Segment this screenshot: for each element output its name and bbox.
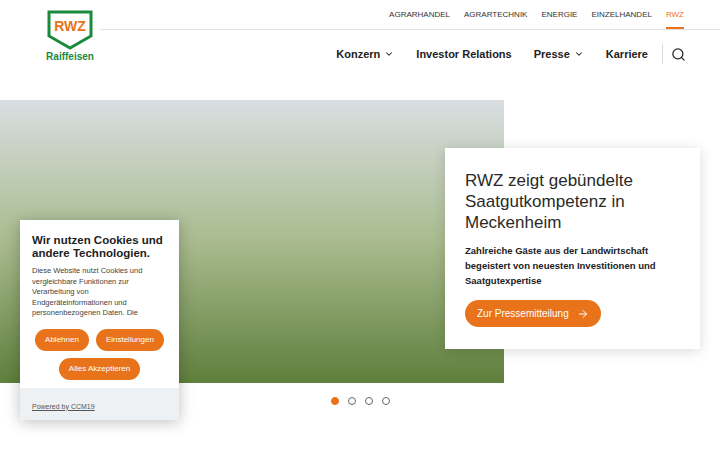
chevron-down-icon (384, 49, 394, 59)
arrow-right-icon (577, 308, 589, 320)
top-links: AGRARHANDEL AGRARTECHNIK ENERGIE EINZELHAND… (100, 0, 720, 30)
top-link[interactable]: AGRARTECHNIK (464, 0, 527, 29)
logo[interactable]: RWZ Raiffeisen (0, 0, 100, 63)
cookie-title: Wir nutzen Cookies und andere Technologi… (32, 234, 167, 260)
top-link[interactable]: AGRARHANDEL (389, 0, 450, 29)
chevron-down-icon (574, 49, 584, 59)
search-icon (671, 47, 686, 62)
nav-item[interactable]: Karriere (606, 46, 648, 63)
hero-button[interactable]: Zur Pressemitteilung (465, 300, 601, 327)
logo-name: Raiffeisen (46, 51, 94, 63)
nav-item[interactable]: Konzern (336, 46, 394, 63)
cookie-button[interactable]: Einstellungen (96, 329, 164, 351)
slider-dot[interactable] (331, 397, 339, 405)
nav-separator (662, 44, 663, 64)
top-link[interactable]: ENERGIE (541, 0, 577, 29)
cookie-text: Diese Website nutzt Cookies und vergleic… (32, 266, 167, 319)
hero-subtitle: Zahlreiche Gäste aus der Landwirtschaft … (465, 243, 680, 288)
logo-shield-icon: RWZ (47, 10, 93, 50)
cookie-button[interactable]: Alles Akzeptieren (59, 358, 140, 380)
cookie-footer: Powered by CCM19 (20, 388, 179, 420)
hero-card: RWZ zeigt gebündelte Saatgutkompetenz in… (445, 148, 700, 349)
top-link[interactable]: RWZ (666, 0, 684, 29)
nav-item[interactable]: Investor Relations (416, 46, 511, 63)
header: RWZ Raiffeisen AGRARHANDEL AGRARTECHNIK ENER… (0, 0, 720, 100)
main-nav: Konzern Investor Relations Presse Karriere (100, 30, 720, 78)
slider-dot[interactable] (348, 397, 356, 405)
top-link[interactable]: EINZELHANDEL (591, 0, 651, 29)
page: RWZ Raiffeisen AGRARHANDEL AGRARTECHNIK ENER… (0, 0, 720, 450)
cookie-banner: Wir nutzen Cookies und andere Technologi… (20, 220, 179, 420)
nav-item[interactable]: Presse (534, 46, 584, 63)
powered-by-link[interactable]: Powered by CCM19 (32, 403, 95, 410)
svg-text:RWZ: RWZ (54, 18, 86, 34)
slider-dot[interactable] (365, 397, 373, 405)
header-right: AGRARHANDEL AGRARTECHNIK ENERGIE EINZELHAND… (100, 0, 720, 78)
slider-dot[interactable] (382, 397, 390, 405)
hero-title: RWZ zeigt gebündelte Saatgutkompetenz in… (465, 170, 680, 233)
cookie-buttons: Ablehnen Einstellungen Alles Akzeptieren (32, 329, 167, 380)
cookie-button[interactable]: Ablehnen (35, 329, 89, 351)
search-button[interactable] (671, 47, 686, 62)
